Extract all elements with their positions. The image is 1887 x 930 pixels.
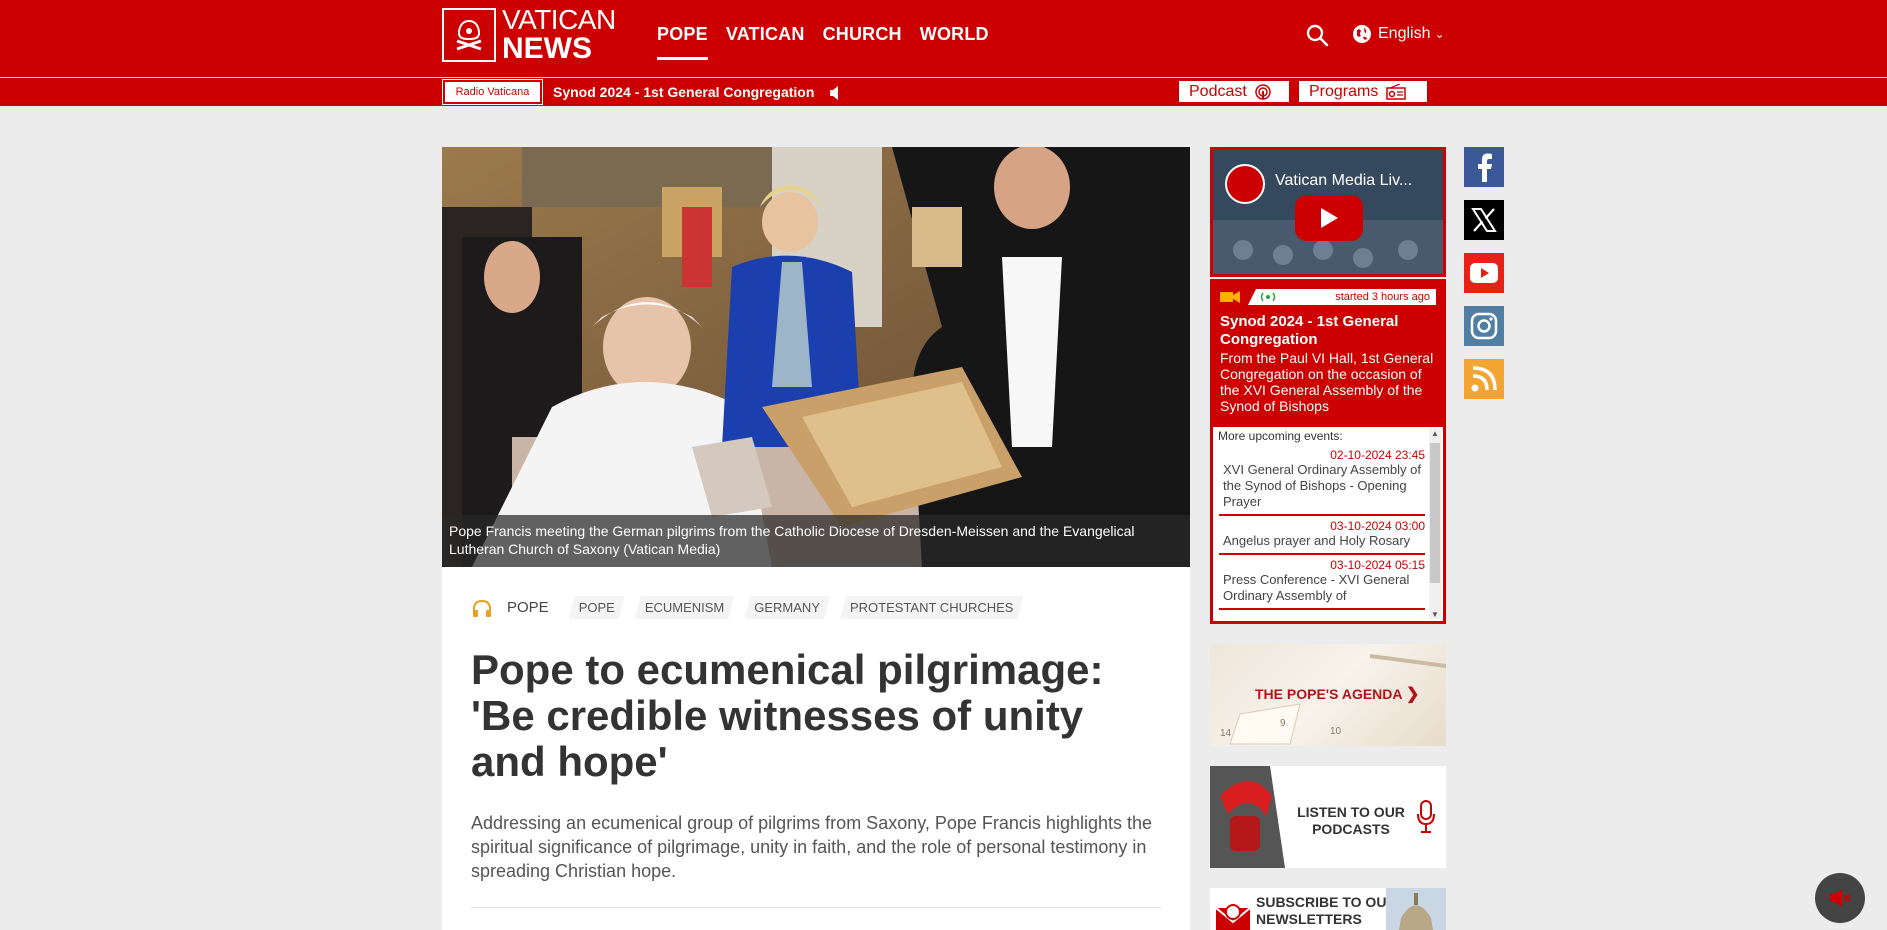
- tag-protestant-churches[interactable]: PROTESTANT CHURCHES: [840, 596, 1023, 619]
- article-headline: Pope to ecumenical pilgrimage: 'Be credi…: [471, 646, 1104, 785]
- youtube-icon[interactable]: [1464, 253, 1504, 293]
- video-title: Vatican Media Liv...: [1275, 172, 1413, 189]
- image-caption: Pope Francis meeting the German pilgrims…: [442, 515, 1190, 567]
- event-title: XVI General Ordinary Assembly of the Syn…: [1223, 462, 1421, 509]
- upcoming-header: More upcoming events:: [1218, 429, 1343, 443]
- tag-row: POPE POPE ECUMENISM GERMANY PROTESTANT C…: [471, 596, 1023, 619]
- programs-label: Programs: [1309, 82, 1379, 100]
- programs-button[interactable]: Programs: [1299, 81, 1427, 102]
- vatican-news-logo[interactable]: VATICAN NEWS: [442, 3, 616, 65]
- live-now-box[interactable]: started 3 hours ago Synod 2024 - 1st Gen…: [1210, 279, 1446, 424]
- broadcast-icon: [1260, 292, 1276, 302]
- nav-church[interactable]: CHURCH: [823, 24, 902, 60]
- list-item[interactable]: 03-10-2024 03:00 Angelus prayer and Holy…: [1219, 516, 1425, 555]
- nav-pope[interactable]: POPE: [657, 24, 708, 60]
- live-video-player[interactable]: Vatican Media Liv...: [1210, 147, 1446, 277]
- agenda-label: THE POPE'S AGENDA: [1255, 686, 1403, 702]
- newsletter-banner[interactable]: SUBSCRIBE TO OUR NEWSLETTERS: [1210, 888, 1446, 930]
- event-date: 03-10-2024 03:00: [1330, 519, 1425, 533]
- article-card: Pope Francis meeting the German pilgrims…: [442, 147, 1190, 930]
- event-date: 02-10-2024 23:45: [1330, 448, 1425, 462]
- scroll-up-icon[interactable]: ▲: [1429, 429, 1441, 438]
- x-icon[interactable]: [1464, 200, 1504, 240]
- live-started: started 3 hours ago: [1335, 291, 1430, 303]
- events-scrollbar[interactable]: ▲ ▼: [1429, 429, 1441, 619]
- podcast-button[interactable]: Podcast: [1179, 81, 1289, 102]
- article-lede: Addressing an ecumenical group of pilgri…: [471, 813, 1153, 881]
- event-date: 03-10-2024 05:15: [1330, 558, 1425, 572]
- chevron-down-icon: ⌄: [1434, 27, 1445, 41]
- play-button[interactable]: [1295, 195, 1363, 241]
- speaker-muted-icon: [1830, 889, 1851, 907]
- envelope-icon: [1215, 904, 1251, 930]
- live-title-link[interactable]: Synod 2024 - 1st General Congregation: [553, 84, 814, 100]
- scroll-thumb[interactable]: [1430, 443, 1440, 583]
- vatican-media-logo: [1225, 164, 1265, 204]
- language-selector[interactable]: English ⌄: [1352, 24, 1445, 44]
- svg-text:9: 9: [1280, 718, 1286, 729]
- live-status-tab: started 3 hours ago: [1248, 289, 1436, 305]
- main-nav: POPE VATICAN CHURCH WORLD: [657, 24, 989, 60]
- podcasts-label: LISTEN TO OUR PODCASTS: [1297, 804, 1405, 837]
- upcoming-events-panel: More upcoming events: 02-10-2024 23:45 X…: [1210, 424, 1446, 624]
- video-camera-icon: [1220, 291, 1240, 303]
- facebook-icon[interactable]: [1464, 147, 1504, 187]
- tag-ecumenism[interactable]: ECUMENISM: [635, 596, 734, 619]
- crest-icon: [442, 7, 496, 62]
- scroll-down-icon[interactable]: ▼: [1429, 610, 1441, 619]
- svg-text:14: 14: [1220, 728, 1232, 739]
- svg-text:10: 10: [1330, 726, 1342, 737]
- live-event-title: Synod 2024 - 1st General Congregation: [1220, 313, 1399, 348]
- podcast-label: Podcast: [1189, 82, 1247, 100]
- podcasts-banner[interactable]: LISTEN TO OUR PODCASTS: [1210, 766, 1446, 868]
- podcast-icon: [1255, 83, 1271, 100]
- nav-world[interactable]: WORLD: [920, 24, 989, 60]
- play-icon: [1321, 208, 1338, 228]
- section-label[interactable]: POPE: [507, 599, 549, 616]
- globe-icon: [1353, 25, 1371, 43]
- nav-vatican[interactable]: VATICAN: [726, 24, 805, 60]
- audio-mute-button[interactable]: [1815, 873, 1865, 923]
- chevron-right-icon: ❯: [1406, 686, 1420, 703]
- search-icon[interactable]: [1305, 23, 1329, 47]
- headphones-icon[interactable]: [471, 598, 493, 618]
- logo-line-1: VATICAN: [502, 3, 616, 35]
- list-item[interactable]: 03-10-2024 05:15 Press Conference - XVI …: [1219, 555, 1425, 610]
- article-hero-image[interactable]: Pope Francis meeting the German pilgrims…: [442, 147, 1190, 567]
- tag-germany[interactable]: GERMANY: [744, 596, 830, 619]
- list-item[interactable]: 02-10-2024 23:45 XVI General Ordinary As…: [1219, 445, 1425, 516]
- rss-icon[interactable]: [1464, 359, 1504, 399]
- live-subbar: [0, 78, 1887, 106]
- logo-line-2: NEWS: [502, 31, 592, 65]
- popes-agenda-banner[interactable]: 9 10 14 THE POPE'S AGENDA ❯: [1210, 644, 1446, 746]
- radio-icon: [1386, 83, 1407, 100]
- speaker-icon[interactable]: [829, 86, 841, 105]
- event-title: Angelus prayer and Holy Rosary: [1223, 533, 1411, 548]
- live-event-description: From the Paul VI Hall, 1st General Congr…: [1220, 350, 1434, 414]
- radio-vaticana-button[interactable]: Radio Vaticana: [442, 79, 543, 105]
- microphone-icon: [1417, 800, 1435, 833]
- divider: [471, 907, 1161, 908]
- event-title: Press Conference - XVI General Ordinary …: [1223, 572, 1410, 603]
- language-label: English: [1378, 25, 1431, 42]
- tag-pope[interactable]: POPE: [569, 596, 625, 619]
- instagram-icon[interactable]: [1464, 306, 1504, 346]
